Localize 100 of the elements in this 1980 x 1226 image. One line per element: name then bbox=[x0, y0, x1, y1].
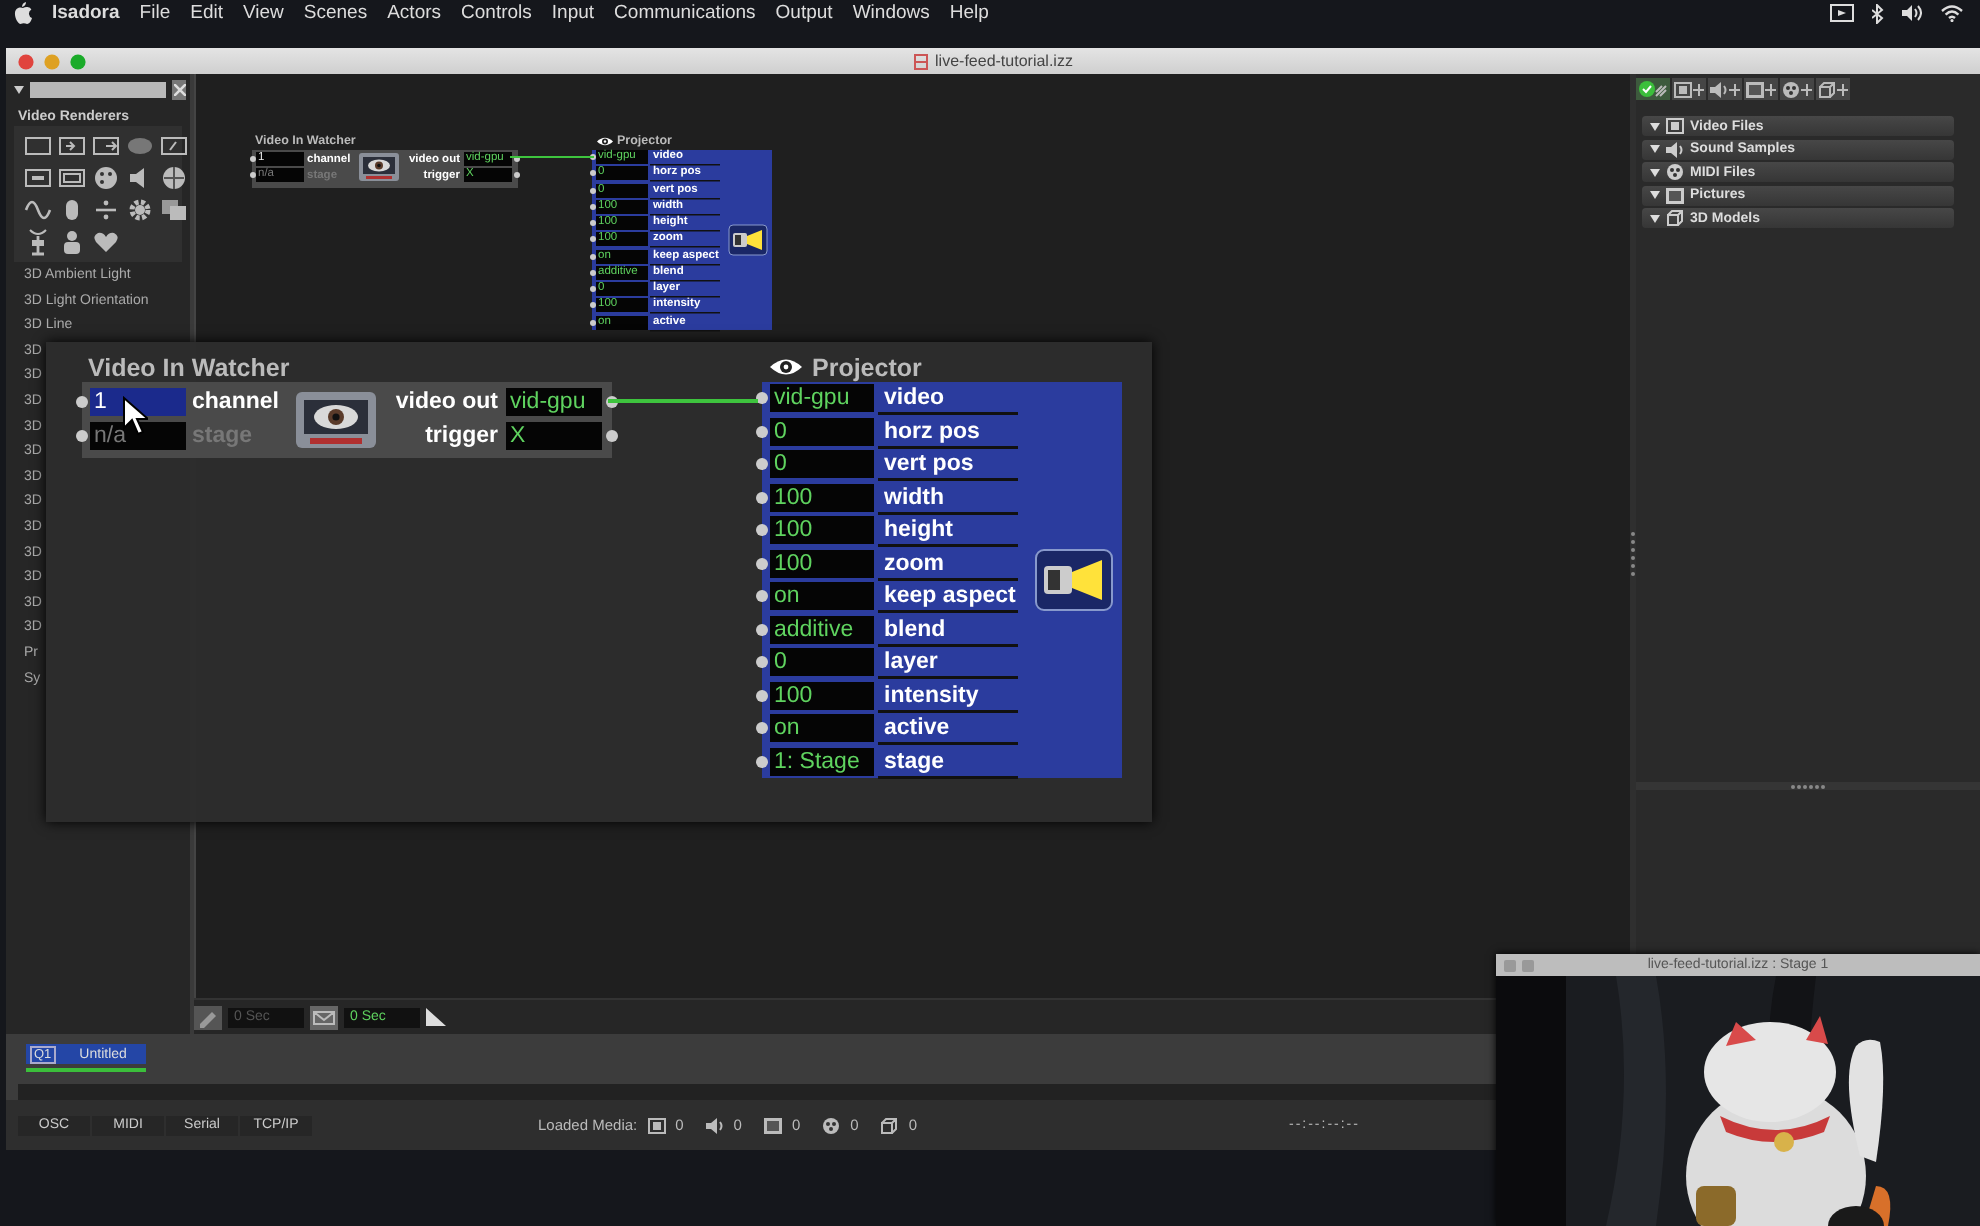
menu-item[interactable]: File bbox=[139, 2, 171, 24]
disclosure-triangle-icon[interactable] bbox=[1650, 213, 1660, 223]
actor-title: Video In Watcher bbox=[88, 353, 290, 381]
inlet-dot[interactable] bbox=[76, 396, 88, 409]
menu-item[interactable]: View bbox=[242, 2, 284, 24]
value-field[interactable]: X bbox=[506, 421, 602, 450]
speaker-icon bbox=[705, 1117, 724, 1133]
inlet-dot[interactable] bbox=[756, 689, 768, 702]
layers-icon[interactable] bbox=[160, 196, 188, 224]
inlet-dot[interactable] bbox=[756, 755, 768, 768]
screen-icon[interactable] bbox=[1830, 4, 1854, 22]
menu-item[interactable]: Output bbox=[775, 2, 833, 24]
value-field[interactable]: additive bbox=[770, 615, 874, 644]
grip-icon[interactable] bbox=[1790, 783, 1826, 789]
clear-button[interactable] bbox=[172, 80, 186, 100]
inlet-dot[interactable] bbox=[756, 491, 768, 504]
menu-item[interactable]: Windows bbox=[852, 2, 930, 24]
inlet-dot[interactable] bbox=[756, 392, 768, 405]
palette-icon[interactable] bbox=[92, 164, 120, 192]
disclosure-triangle-icon[interactable] bbox=[1650, 144, 1660, 154]
inlet-dot[interactable] bbox=[589, 170, 595, 177]
inlet-dot[interactable] bbox=[589, 302, 595, 309]
value-field[interactable]: 100 bbox=[770, 549, 874, 578]
value-field[interactable]: vid-gpu bbox=[506, 388, 602, 417]
inlet-dot[interactable] bbox=[249, 172, 255, 179]
inlet-dot[interactable] bbox=[589, 253, 595, 260]
outlet-dot[interactable] bbox=[514, 172, 520, 179]
value-field[interactable]: vid-gpu bbox=[770, 384, 874, 413]
inlet-dot[interactable] bbox=[589, 220, 595, 227]
menu-item[interactable]: Input bbox=[551, 2, 595, 24]
toggle-button[interactable] bbox=[1636, 78, 1670, 100]
outlet-dot[interactable] bbox=[606, 429, 618, 442]
value-field[interactable]: 100 bbox=[770, 516, 874, 545]
inlet-dot[interactable] bbox=[756, 557, 768, 570]
volume-icon[interactable] bbox=[1902, 4, 1922, 22]
value-field[interactable]: 1: Stage bbox=[770, 747, 874, 776]
port-label: intensity bbox=[878, 681, 1018, 710]
apple-icon[interactable] bbox=[14, 2, 32, 24]
menu-item[interactable]: Communications bbox=[614, 2, 756, 24]
eye-icon bbox=[768, 356, 804, 378]
search-field[interactable] bbox=[30, 82, 166, 98]
inlet-dot[interactable] bbox=[249, 156, 255, 163]
inlet-dot[interactable] bbox=[589, 236, 595, 243]
disclosure-triangle-icon[interactable] bbox=[1650, 121, 1660, 131]
value-field[interactable]: on bbox=[770, 714, 874, 743]
frame-icon[interactable] bbox=[160, 132, 188, 160]
bluetooth-icon[interactable] bbox=[1872, 3, 1884, 23]
inlet-dot[interactable] bbox=[589, 286, 595, 293]
projector-actor[interactable]: vid-gpu video 0 horz pos 0 vert pos 100 width 100 height 100 zoom on keep aspect additive blend 0 layer 100 intensity on active 1: Stage stage bbox=[762, 382, 1122, 778]
menu-item[interactable]: Scenes bbox=[303, 2, 368, 24]
value-field[interactable]: 0 bbox=[770, 450, 874, 479]
projector-icon bbox=[1034, 548, 1114, 612]
inlet-dot[interactable] bbox=[589, 154, 595, 161]
inlet-dot[interactable] bbox=[756, 458, 768, 471]
menu-item[interactable]: Actors bbox=[387, 2, 442, 24]
frame-icon[interactable] bbox=[24, 164, 52, 192]
outlet-dot[interactable] bbox=[514, 156, 520, 163]
inlet-dot[interactable] bbox=[756, 623, 768, 636]
value-field[interactable]: 0 bbox=[770, 648, 874, 677]
inlet-dot[interactable] bbox=[589, 269, 595, 276]
inlet-dot[interactable] bbox=[589, 319, 595, 326]
pencil-icon[interactable] bbox=[194, 1005, 222, 1029]
inlet-dot[interactable] bbox=[756, 590, 768, 603]
value-field[interactable]: 0 bbox=[770, 417, 874, 446]
heart-icon[interactable] bbox=[92, 228, 120, 256]
frame-icon[interactable] bbox=[24, 132, 52, 160]
value-field[interactable]: on bbox=[770, 582, 874, 611]
wave-icon[interactable] bbox=[24, 196, 52, 224]
port-label: blend bbox=[878, 615, 1018, 644]
speaker-icon bbox=[1666, 141, 1684, 157]
monitor-icon bbox=[294, 389, 378, 449]
antenna-icon[interactable] bbox=[24, 228, 52, 256]
menu-item[interactable]: Edit bbox=[190, 2, 223, 24]
inlet-dot[interactable] bbox=[76, 429, 88, 442]
close-button[interactable] bbox=[18, 53, 34, 69]
globe-icon[interactable] bbox=[160, 164, 188, 192]
divide-icon[interactable] bbox=[92, 196, 120, 224]
frame-icon[interactable] bbox=[58, 164, 86, 192]
corner-triangle-icon[interactable] bbox=[426, 1008, 446, 1026]
person-icon[interactable] bbox=[58, 228, 86, 256]
envelope-icon[interactable] bbox=[310, 1005, 338, 1029]
inlet-dot[interactable] bbox=[589, 203, 595, 210]
collapse-triangle-icon[interactable] bbox=[14, 86, 24, 94]
inlet-dot[interactable] bbox=[756, 722, 768, 735]
value-field[interactable]: 100 bbox=[770, 483, 874, 512]
gear-icon[interactable] bbox=[126, 196, 154, 224]
app-menu[interactable]: Isadora bbox=[52, 2, 120, 24]
inlet-dot[interactable] bbox=[756, 524, 768, 537]
disclosure-triangle-icon[interactable] bbox=[1650, 167, 1660, 177]
menu-item[interactable]: Controls bbox=[461, 2, 532, 24]
value-field[interactable]: 1 bbox=[90, 388, 186, 417]
inlet-dot[interactable] bbox=[756, 656, 768, 669]
port-label: video out bbox=[393, 390, 500, 415]
wifi-icon[interactable] bbox=[1940, 4, 1964, 22]
grip-icon[interactable] bbox=[1630, 530, 1636, 578]
disclosure-triangle-icon[interactable] bbox=[1650, 190, 1660, 200]
inlet-dot[interactable] bbox=[756, 425, 768, 438]
menu-item[interactable]: Help bbox=[949, 2, 989, 24]
inlet-dot[interactable] bbox=[589, 187, 595, 194]
value-field[interactable]: 100 bbox=[770, 681, 874, 710]
